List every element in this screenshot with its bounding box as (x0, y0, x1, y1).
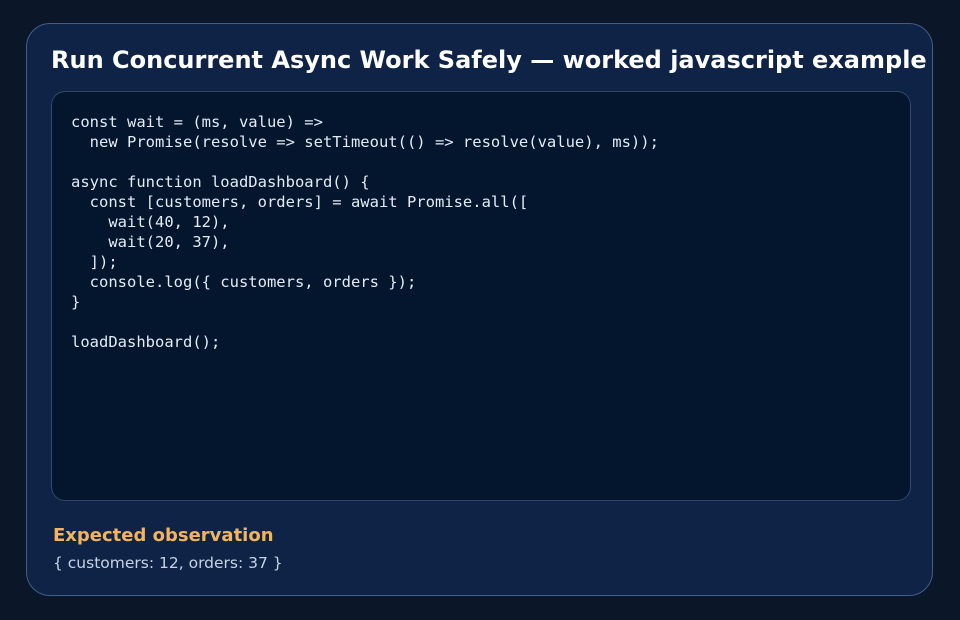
page-title: Run Concurrent Async Work Safely — worke… (51, 46, 927, 74)
code-block[interactable]: const wait = (ms, value) => new Promise(… (51, 91, 911, 501)
example-card: Run Concurrent Async Work Safely — worke… (26, 23, 933, 596)
observation-heading: Expected observation (53, 525, 274, 546)
observation-output: { customers: 12, orders: 37 } (53, 554, 283, 572)
code-text[interactable]: const wait = (ms, value) => new Promise(… (71, 112, 659, 352)
